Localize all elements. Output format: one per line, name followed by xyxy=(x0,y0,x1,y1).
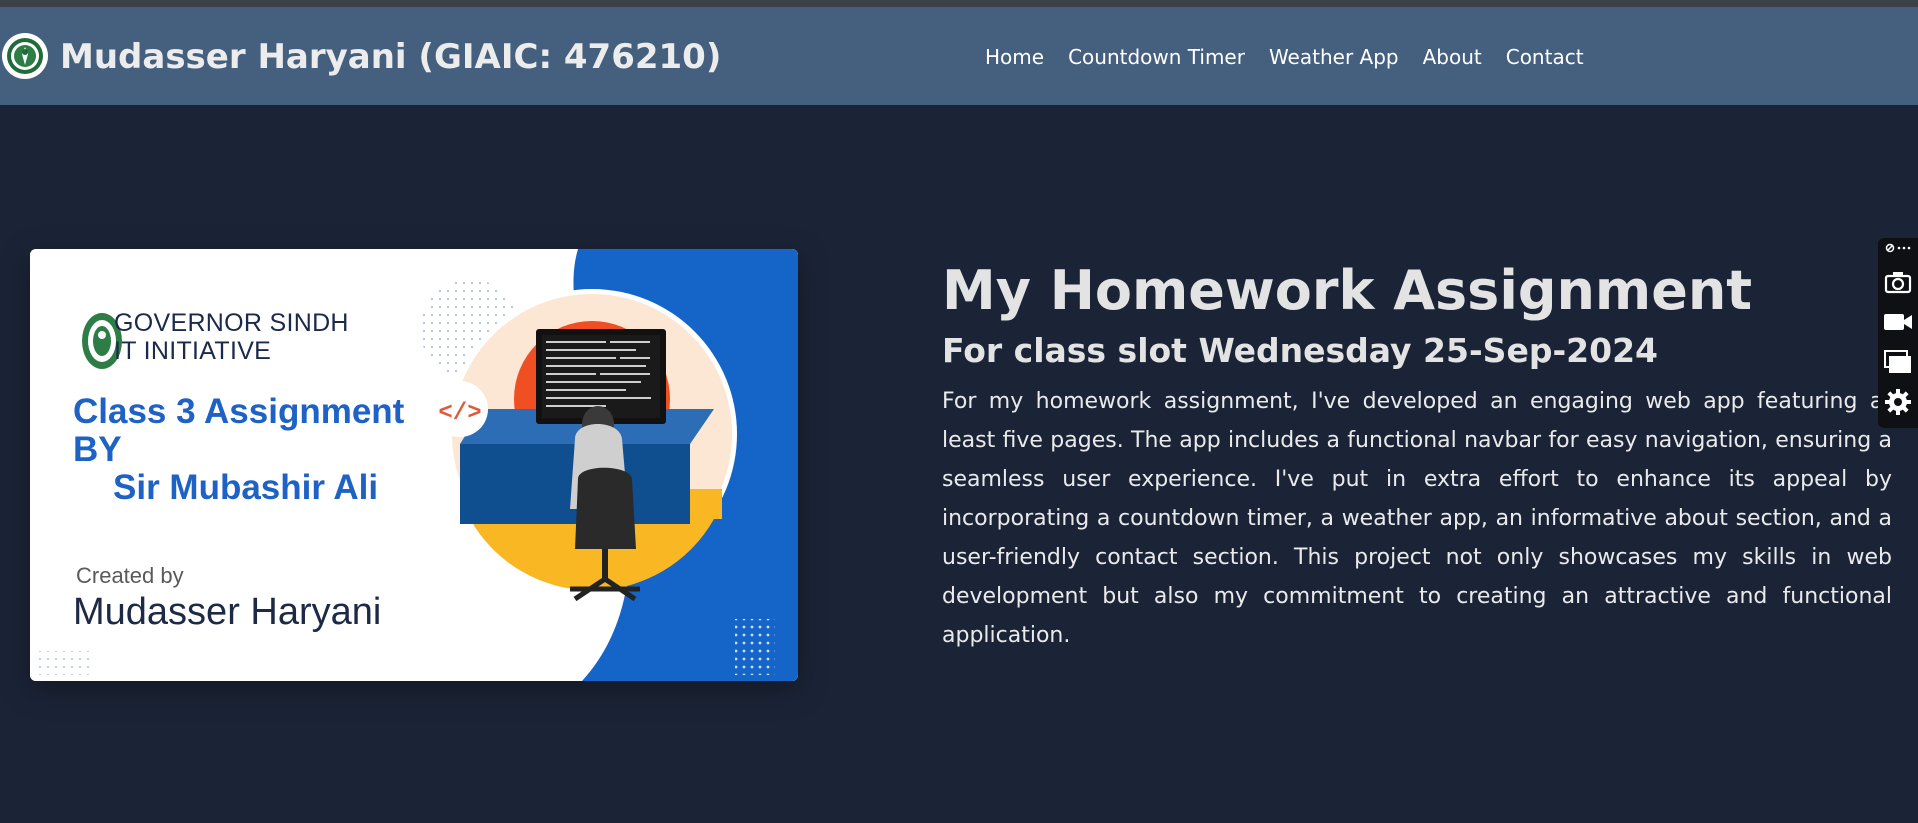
banner-heading: Class 3 Assignment BY Sir Mubashir Ali xyxy=(73,392,405,507)
main-nav: Home Countdown Timer Weather App About C… xyxy=(985,45,1584,69)
code-badge-icon: </> xyxy=(438,400,481,427)
nav-weather-app[interactable]: Weather App xyxy=(1269,45,1399,69)
organization-name: GOVERNOR SINDH IT INITIATIVE xyxy=(114,309,349,365)
crest-logo-icon[interactable] xyxy=(2,33,48,79)
created-by-label: Created by xyxy=(76,563,184,588)
page-description: For my homework assignment, I've develop… xyxy=(942,389,1892,648)
extension-icon[interactable] xyxy=(1885,242,1911,256)
site-title[interactable]: Mudasser Haryani (GIAIC: 476210) xyxy=(60,37,721,77)
assignment-banner-image: </> GOVERNOR SINDH IT INITIATIVE Class 3… xyxy=(30,249,798,681)
window-icon[interactable] xyxy=(1883,348,1913,376)
nav-about[interactable]: About xyxy=(1423,45,1482,69)
floating-toolbar xyxy=(1878,238,1918,428)
nav-home[interactable]: Home xyxy=(985,45,1044,69)
page-title: My Homework Assignment xyxy=(942,259,1753,322)
page-subtitle: For class slot Wednesday 25-Sep-2024 xyxy=(942,331,1658,370)
nav-contact[interactable]: Contact xyxy=(1506,45,1584,69)
navbar: Mudasser Haryani (GIAIC: 476210) Home Co… xyxy=(0,7,1918,105)
camera-icon[interactable] xyxy=(1883,268,1913,296)
video-icon[interactable] xyxy=(1883,308,1913,336)
browser-top-border xyxy=(0,0,1918,7)
assignment-intro: My Homework Assignment For class slot We… xyxy=(942,258,1892,655)
creator-name: Mudasser Haryani xyxy=(73,591,382,633)
gear-icon[interactable] xyxy=(1883,388,1913,416)
nav-countdown-timer[interactable]: Countdown Timer xyxy=(1068,45,1245,69)
